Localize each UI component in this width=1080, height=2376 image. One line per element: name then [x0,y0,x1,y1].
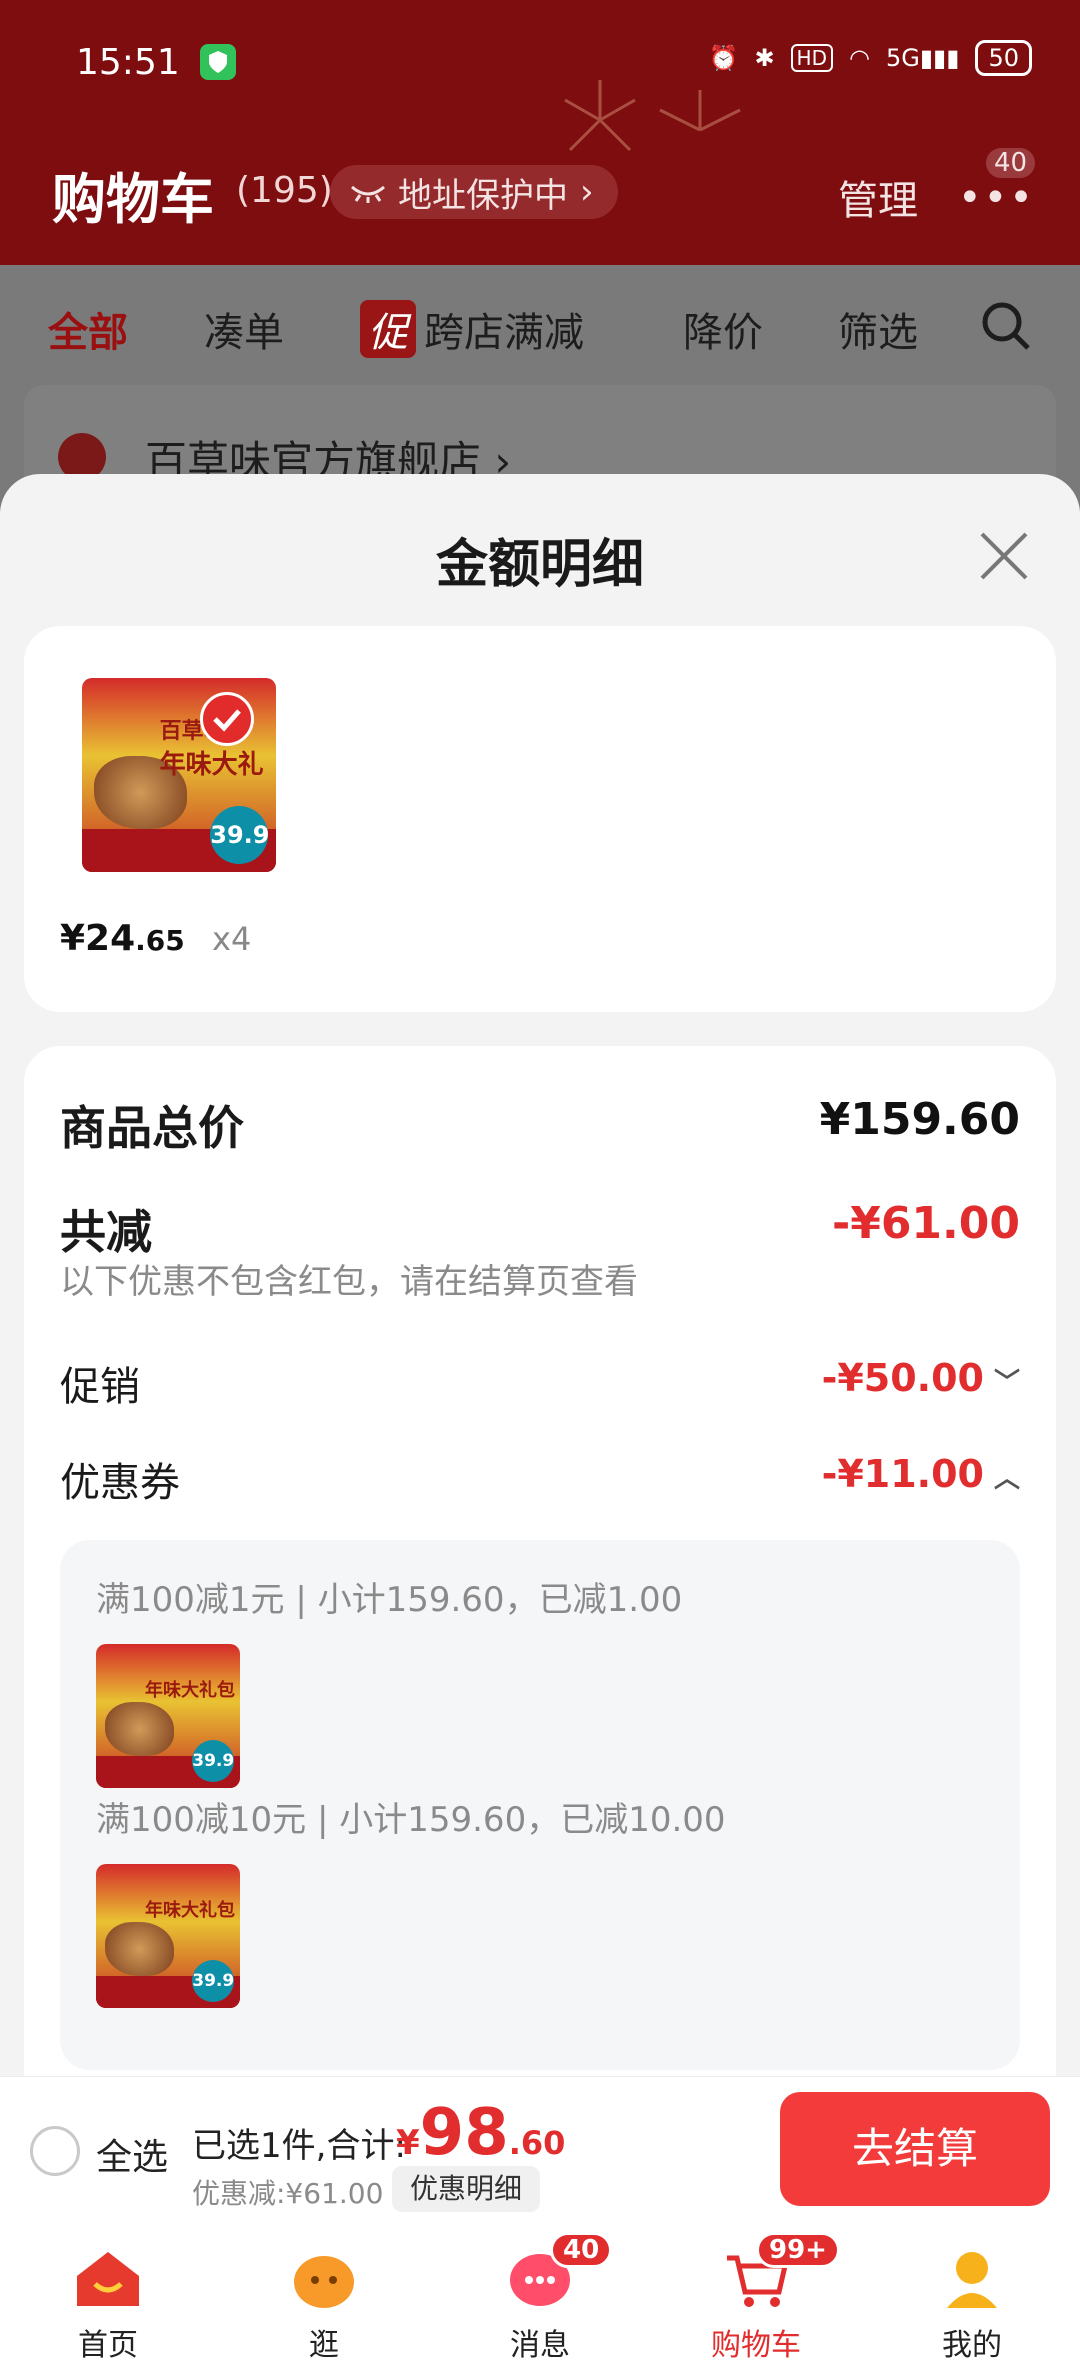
selected-info: 已选1件,合计: [192,2126,406,2166]
coupon-product-thumbnail[interactable]: 年味大礼包 39.9 [96,1644,240,1788]
coupon-row-toggle[interactable]: -¥11.00 ︿ [822,1452,1020,1496]
security-shield-icon [200,44,236,80]
nuts-image [104,1921,174,1977]
bluetooth-icon: ✱ [754,44,775,72]
coupon-line: 满100减1元 | 小计159.60，已减1.00 [96,1580,683,1620]
total-value: ¥159.60 [819,1094,1020,1145]
home-icon [77,2252,139,2306]
total-label: 商品总价 [60,1101,244,1155]
status-time: 15:51 [76,42,180,83]
promo-value: -¥50.00 [821,1356,984,1400]
nuts-image [104,1701,174,1757]
nav-label: 逛 [309,2328,339,2363]
promo-row-toggle[interactable]: -¥50.00 ﹀ [822,1356,1020,1400]
coupon-label: 优惠券 [60,1460,180,1506]
total-price: ¥98.60 [396,2096,566,2170]
sheet-title: 金额明细 [435,535,644,595]
nav-label: 消息 [510,2328,570,2363]
coupon-value: -¥11.00 [821,1452,984,1496]
cart-badge: 99+ [756,2232,840,2268]
select-all-label[interactable]: 全选 [96,2128,168,2180]
item-quantity: x4 [212,920,252,958]
eye-closed-icon [350,172,386,212]
checkout-button[interactable]: 去结算 [780,2092,1050,2206]
more-badge: 40 [986,148,1036,178]
nav-label: 我的 [942,2328,1002,2363]
nav-profile[interactable]: 我的 [882,2226,1062,2376]
thumb-title: 年味大礼包 [144,1899,235,1921]
chevron-up-icon: ︿ [993,1464,1020,1494]
tab-bundle[interactable]: 凑单 [204,300,284,358]
wifi-icon: ◠ [849,44,870,72]
reduction-label: 共减 [60,1205,152,1259]
tab-cross-store-label: 跨店满减 [424,310,584,356]
discount-info: 优惠减:¥61.00 [192,2177,384,2210]
thumb-title: 年味大礼包 [144,1679,235,1701]
search-icon[interactable] [980,300,1032,352]
profile-icon [947,2252,997,2308]
nav-label: 首页 [78,2328,138,2363]
cart-count: (195) [236,170,333,211]
selected-check-icon [200,692,254,746]
select-all-checkbox[interactable] [30,2126,80,2176]
nav-label: 购物车 [711,2328,801,2363]
address-protection-pill[interactable]: 地址保护中 › [330,165,618,219]
address-protection-label: 地址保护中 [398,175,568,216]
chevron-down-icon: ﹀ [993,1368,1020,1398]
tab-cross-store[interactable]: 促跨店满减 [360,300,584,358]
promo-label: 促销 [60,1364,140,1410]
more-options-icon[interactable]: ••• [958,175,1035,221]
nav-cart[interactable]: 99+ 购物车 [666,2226,846,2376]
discount-detail-button[interactable]: 优惠明细 [392,2166,541,2212]
alarm-icon: ⏰ [708,44,739,72]
tab-filter[interactable]: 筛选 [838,300,918,358]
reduction-note: 以下优惠不包含红包，请在结算页查看 [60,1262,638,1302]
browse-mascot-icon [294,2256,354,2308]
manage-button[interactable]: 管理 [838,168,918,226]
coupon-product-thumbnail[interactable]: 年味大礼包 39.9 [96,1864,240,2008]
messages-badge: 40 [550,2232,613,2268]
tab-all[interactable]: 全部 [48,300,128,358]
coupon-line: 满100减10元 | 小计159.60，已减10.00 [96,1800,726,1840]
promo-tag-icon: 促 [360,300,416,358]
reduction-value: -¥61.00 [831,1198,1020,1249]
page-title: 购物车 [52,168,214,231]
app-header: 15:51 ⏰ ✱ HD ◠ 5G▮▮▮ 50 购物车 (195) 地址保护中 … [0,0,1080,265]
tab-price-drop[interactable]: 降价 [683,300,763,358]
nav-messages[interactable]: 40 消息 [450,2226,630,2376]
battery-icon: 50 [975,40,1032,76]
nav-browse[interactable]: 逛 [234,2226,414,2376]
chevron-right-icon: › [580,172,594,212]
nav-home[interactable]: 首页 [18,2226,198,2376]
amount-detail-sheet: 金额明细 百草味 年味大礼 39.9 ¥24.65 x4 商品总价 ¥159.6… [0,474,1080,2076]
close-icon[interactable] [976,528,1032,584]
item-price: ¥24.65 [60,918,185,959]
signal-icon: 5G▮▮▮ [885,44,960,72]
thumb-title: 年味大礼 [159,749,264,780]
hd-icon: HD [790,44,833,72]
